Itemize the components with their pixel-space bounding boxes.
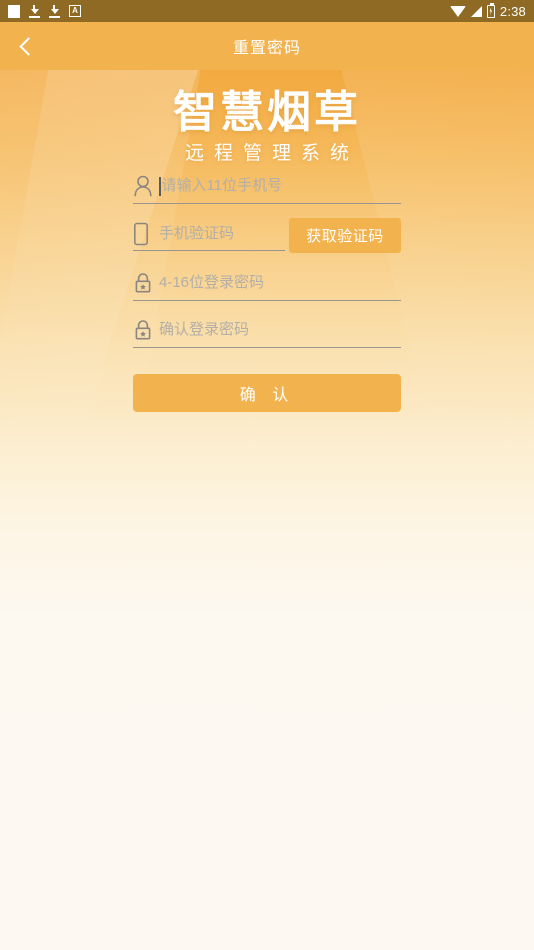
status-bar-clock: 2:38 (499, 3, 526, 19)
code-input-placeholder: 手机验证码 (159, 225, 235, 242)
password-field[interactable]: 4-16位登录密码 (133, 266, 401, 301)
user-icon (133, 175, 159, 197)
screen: A 2:38 重置密码 智慧烟草 远程管理系统 请输入11位手机号 手机验证码 … (0, 0, 534, 950)
letter-a-box-icon: A (69, 5, 81, 17)
status-bar-left-icons: A (8, 4, 81, 18)
phone-field[interactable]: 请输入11位手机号 (133, 169, 401, 204)
brand-subtitle: 远程管理系统 (184, 143, 359, 164)
battery-charging-icon (486, 2, 495, 18)
page-body: 智慧烟草 远程管理系统 请输入11位手机号 手机验证码 获取验证码 4-16位登… (0, 70, 534, 950)
brand-logo: 智慧烟草 远程管理系统 (0, 87, 534, 167)
lock-icon (133, 319, 159, 341)
code-field[interactable]: 手机验证码 (133, 218, 285, 251)
reset-password-form: 请输入11位手机号 手机验证码 获取验证码 4-16位登录密码 确认登录密码 确… (133, 169, 401, 412)
status-bar: A 2:38 (0, 0, 534, 22)
brand-title: 智慧烟草 (173, 88, 361, 137)
download-icon (29, 4, 40, 18)
confirm-button[interactable]: 确 认 (133, 374, 401, 412)
confirm-password-input-placeholder: 确认登录密码 (159, 321, 250, 338)
lock-icon (133, 272, 159, 294)
status-bar-right-icons: 2:38 (449, 2, 526, 19)
password-input-placeholder: 4-16位登录密码 (159, 274, 265, 291)
phone-input-placeholder: 请输入11位手机号 (161, 177, 283, 194)
app-bar: 重置密码 (0, 22, 534, 70)
page-title: 重置密码 (232, 40, 301, 57)
signal-icon (470, 5, 482, 17)
chevron-left-icon (18, 36, 38, 56)
phone-icon (133, 222, 159, 246)
get-code-button[interactable]: 获取验证码 (289, 218, 401, 253)
back-button[interactable] (0, 22, 52, 70)
text-cursor (159, 176, 161, 196)
app-square-icon (8, 4, 20, 18)
code-row: 手机验证码 获取验证码 (133, 216, 401, 254)
confirm-password-field[interactable]: 确认登录密码 (133, 313, 401, 348)
wifi-icon (449, 5, 466, 17)
download-icon (49, 4, 60, 18)
